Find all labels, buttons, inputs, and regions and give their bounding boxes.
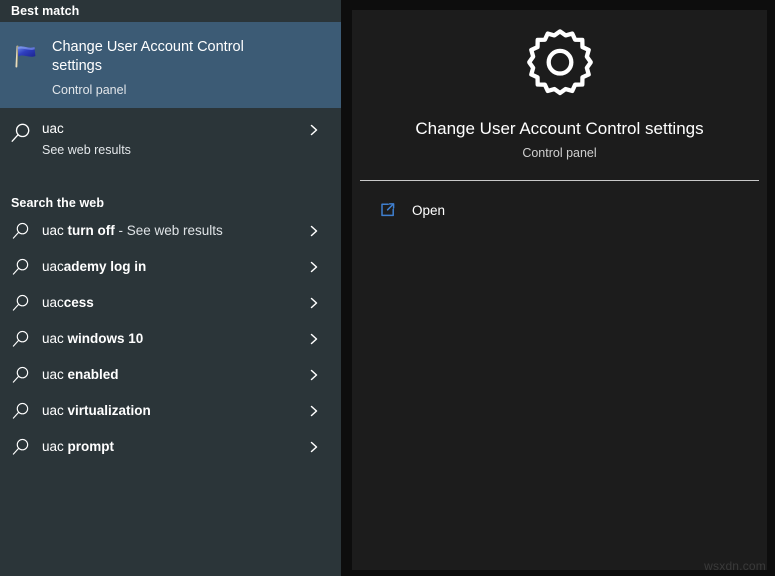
- web-result-completion: turn off: [63, 223, 115, 238]
- web-result-label: uac virtualization: [42, 402, 151, 420]
- web-result-prefix: uac: [42, 259, 64, 274]
- chevron-right-icon[interactable]: [308, 441, 320, 453]
- best-match-subtitle: Control panel: [52, 83, 127, 97]
- web-result-completion: windows 10: [63, 331, 144, 346]
- web-results-list: uac turn off - See web results uacademy l…: [0, 213, 341, 465]
- search-the-web-header: Search the web: [11, 196, 105, 210]
- search-icon: [0, 329, 42, 349]
- gear-icon: [521, 24, 599, 107]
- search-icon: [0, 293, 42, 313]
- preview-title: Change User Account Control settings: [415, 119, 704, 138]
- search-icon: [0, 257, 42, 277]
- web-result-label: uacademy log in: [42, 258, 146, 276]
- web-result-row[interactable]: uacademy log in: [0, 249, 341, 285]
- web-result-label: uac enabled: [42, 366, 119, 384]
- search-query-text-group: uac See web results: [42, 120, 131, 159]
- search-icon: [0, 401, 42, 421]
- web-result-row[interactable]: uaccess: [0, 285, 341, 321]
- uac-flag-icon: [0, 38, 52, 71]
- web-result-completion: virtualization: [63, 403, 151, 418]
- chevron-right-icon[interactable]: [308, 261, 320, 273]
- best-match-header: Best match: [11, 4, 80, 18]
- web-result-completion: prompt: [63, 439, 115, 454]
- chevron-right-icon[interactable]: [308, 369, 320, 381]
- web-result-suffix: - See web results: [114, 223, 223, 238]
- web-result-prefix: uac: [42, 295, 64, 310]
- best-match-title: Change User Account Control settings: [52, 39, 244, 74]
- web-result-row[interactable]: uac prompt: [0, 429, 341, 465]
- best-match-result-item[interactable]: Change User Account Control settings Con…: [0, 22, 341, 108]
- open-action-label: Open: [412, 202, 446, 218]
- web-result-prefix: uac: [42, 403, 64, 418]
- web-result-prefix: uac: [42, 439, 64, 454]
- search-query-row[interactable]: uac See web results: [0, 108, 341, 186]
- web-result-label: uac prompt: [42, 438, 114, 456]
- web-result-label: uac windows 10: [42, 330, 143, 348]
- preview-subtitle: Control panel: [522, 146, 597, 160]
- search-query-subtitle: See web results: [42, 143, 131, 157]
- preview-hero: Change User Account Control settings Con…: [352, 10, 767, 180]
- web-result-row[interactable]: uac virtualization: [0, 393, 341, 429]
- web-result-prefix: uac: [42, 331, 64, 346]
- web-result-completion: cess: [63, 295, 94, 310]
- open-external-icon: [379, 202, 407, 219]
- web-result-label: uac turn off - See web results: [42, 222, 223, 240]
- search-icon: [0, 365, 42, 385]
- web-result-completion: ademy log in: [63, 259, 147, 274]
- open-action-row[interactable]: Open: [352, 193, 767, 227]
- search-query-label: uac: [42, 121, 64, 136]
- preview-panel: Change User Account Control settings Con…: [352, 10, 767, 570]
- search-icon: [0, 120, 42, 144]
- web-result-prefix: uac: [42, 367, 64, 382]
- best-match-text-group: Change User Account Control settings Con…: [52, 38, 282, 98]
- chevron-right-icon[interactable]: [308, 405, 320, 417]
- web-result-row[interactable]: uac turn off - See web results: [0, 213, 341, 249]
- watermark: wsxdn.com: [704, 559, 766, 573]
- search-icon: [0, 221, 42, 241]
- web-result-completion: enabled: [63, 367, 119, 382]
- chevron-right-icon[interactable]: [308, 124, 320, 136]
- web-result-prefix: uac: [42, 223, 64, 238]
- web-result-row[interactable]: uac windows 10: [0, 321, 341, 357]
- web-result-label: uaccess: [42, 294, 94, 312]
- chevron-right-icon[interactable]: [308, 333, 320, 345]
- chevron-right-icon[interactable]: [308, 297, 320, 309]
- chevron-right-icon[interactable]: [308, 225, 320, 237]
- search-icon: [0, 437, 42, 457]
- search-results-panel: Best match Change User Account Control s…: [0, 0, 341, 576]
- preview-action-list: Open: [352, 181, 767, 227]
- web-result-row[interactable]: uac enabled: [0, 357, 341, 393]
